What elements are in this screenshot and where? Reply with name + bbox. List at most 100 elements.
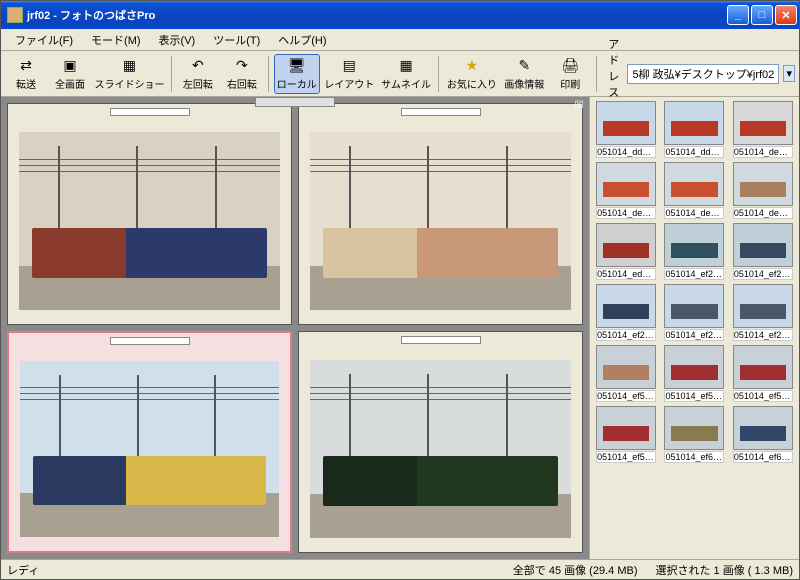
preview-cell[interactable] xyxy=(298,103,583,325)
thumbnail-label[interactable]: 051014_de10_0... xyxy=(596,207,656,219)
thumbnail-label[interactable]: 051014_de10_0... xyxy=(733,146,793,158)
menu-tool[interactable]: ツール(T) xyxy=(205,30,268,50)
thumbnail-label[interactable]: 051014_ef210_... xyxy=(733,268,793,280)
thumbnail-label[interactable]: 051014_ef58_s... xyxy=(596,451,656,463)
thumbnail-label[interactable]: 051014_ef200_... xyxy=(664,268,724,280)
menu-help[interactable]: ヘルプ(H) xyxy=(270,30,334,50)
thumbnail-label[interactable]: 051014_de10_0... xyxy=(664,207,724,219)
rotate-left-icon: ↶ xyxy=(188,57,208,75)
thumbnail-label[interactable]: 051014_dd51_0... xyxy=(664,146,724,158)
window-title: jrf02 - フォトのつばさPro xyxy=(27,7,727,23)
thumbnail-label[interactable]: 051014_ef210_... xyxy=(664,329,724,341)
preview-cell[interactable] xyxy=(7,103,292,325)
menu-mode[interactable]: モード(M) xyxy=(83,30,149,50)
thumbnail-image[interactable] xyxy=(733,284,793,328)
thumbnail-image[interactable] xyxy=(733,162,793,206)
menu-view[interactable]: 表示(V) xyxy=(151,30,204,50)
thumbnail-label[interactable]: 051014_ef210_... xyxy=(596,329,656,341)
rotate-right-button[interactable]: ↷右回転 xyxy=(221,54,263,94)
separator xyxy=(268,56,269,92)
thumbnail-label[interactable]: 051014_ef510_... xyxy=(664,390,724,402)
thumbnail-item[interactable]: 051014_dd51_0... xyxy=(662,101,726,158)
thumbnail-item[interactable]: 051014_de10_0... xyxy=(731,162,795,219)
thumbnail-image[interactable] xyxy=(596,284,656,328)
image-info-button[interactable]: ✎画像情報 xyxy=(501,54,547,94)
cell-slider[interactable] xyxy=(401,336,481,344)
thumbnail-image[interactable] xyxy=(664,345,724,389)
thumbnail-item[interactable]: 051014_ef210_... xyxy=(731,223,795,280)
thumbnail-image[interactable] xyxy=(664,101,724,145)
minimize-button[interactable]: _ xyxy=(727,5,749,25)
thumbnail-image[interactable] xyxy=(664,284,724,328)
thumbnail-item[interactable]: 051014_de10_0... xyxy=(731,101,795,158)
address-dropdown-icon[interactable]: ▾ xyxy=(783,65,795,82)
local-button[interactable]: 🖥ローカル xyxy=(274,54,320,94)
cell-slider[interactable] xyxy=(401,108,481,116)
pane-close-icon[interactable]: ☒ xyxy=(573,99,585,111)
thumbnail-image[interactable] xyxy=(733,345,793,389)
thumbnail-label[interactable]: 051014_ef64_0... xyxy=(664,451,724,463)
thumbnail-image[interactable] xyxy=(733,223,793,267)
thumbnail-item[interactable]: 051014_ef210_... xyxy=(662,284,726,341)
rotate-right-icon: ↷ xyxy=(232,57,252,75)
thumbnail-label[interactable]: 051014_ed75_s... xyxy=(596,268,656,280)
preview-cell[interactable] xyxy=(298,331,583,553)
thumbnail-image[interactable] xyxy=(596,406,656,450)
close-button[interactable]: ✕ xyxy=(775,5,797,25)
status-bar: レディ 全部で 45 画像 (29.4 MB) 選択された 1 画像 ( 1.3… xyxy=(1,559,799,579)
thumbnail-item[interactable]: 051014_dd51_0... xyxy=(594,101,658,158)
thumbnail-item[interactable]: 051014_de10_0... xyxy=(662,162,726,219)
thumbnail-pane[interactable]: 051014_dd51_0... 051014_dd51_0... 051014_d… xyxy=(589,97,799,559)
preview-photo[interactable] xyxy=(303,122,578,320)
thumbnail-item[interactable]: 051014_ef64_0... xyxy=(662,406,726,463)
fullscreen-button[interactable]: ▣全画面 xyxy=(49,54,91,94)
address-input[interactable] xyxy=(627,64,779,84)
thumbnail-button[interactable]: ▦サムネイル xyxy=(379,54,434,94)
print-button[interactable]: 🖨印刷 xyxy=(549,54,591,94)
local-icon: 🖥 xyxy=(287,57,307,75)
cell-slider[interactable] xyxy=(110,108,190,116)
transfer-button[interactable]: ⇄転送 xyxy=(5,54,47,94)
toolbar: ⇄転送 ▣全画面 ▦スライドショー ↶左回転 ↷右回転 🖥ローカル ▤レイアウト… xyxy=(1,51,799,97)
thumbnail-item[interactable]: 051014_ef510_... xyxy=(731,345,795,402)
thumbnail-label[interactable]: 051014_ef64_0... xyxy=(733,451,793,463)
thumbnail-image[interactable] xyxy=(733,101,793,145)
thumbnail-label[interactable]: 051014_dd51_0... xyxy=(596,146,656,158)
preview-photo[interactable] xyxy=(303,350,578,548)
thumbnail-label[interactable]: 051014_de10_0... xyxy=(733,207,793,219)
favorite-button[interactable]: ★お気に入り xyxy=(444,54,499,94)
thumbnail-label[interactable]: 051014_ef210_... xyxy=(733,329,793,341)
top-slider[interactable] xyxy=(255,97,335,107)
thumbnail-item[interactable]: 051014_ef64_0... xyxy=(731,406,795,463)
thumbnail-image[interactable] xyxy=(664,162,724,206)
preview-photo[interactable] xyxy=(13,351,286,547)
layout-button[interactable]: ▤レイアウト xyxy=(322,54,377,94)
thumbnail-item[interactable]: 051014_ef510_... xyxy=(594,345,658,402)
thumbnail-item[interactable]: 051014_ef200_... xyxy=(662,223,726,280)
thumbnail-item[interactable]: 051014_ef210_... xyxy=(594,284,658,341)
thumbnail-item[interactable]: 051014_ef510_... xyxy=(662,345,726,402)
cell-slider[interactable] xyxy=(110,337,190,345)
status-ready: レディ xyxy=(7,562,39,578)
rotate-left-button[interactable]: ↶左回転 xyxy=(177,54,219,94)
menu-file[interactable]: ファイル(F) xyxy=(7,30,81,50)
thumbnail-label[interactable]: 051014_ef510_... xyxy=(733,390,793,402)
thumbnail-item[interactable]: 051014_ed75_s... xyxy=(594,223,658,280)
thumbnail-item[interactable]: 051014_ef58_s... xyxy=(594,406,658,463)
thumbnail-item[interactable]: 051014_ef210_... xyxy=(731,284,795,341)
preview-photo[interactable] xyxy=(12,122,287,320)
slideshow-icon: ▦ xyxy=(119,57,139,75)
preview-cell[interactable] xyxy=(7,331,292,553)
thumbnail-image[interactable] xyxy=(596,223,656,267)
slideshow-button[interactable]: ▦スライドショー xyxy=(93,54,166,94)
thumbnail-image[interactable] xyxy=(596,101,656,145)
thumbnail-image[interactable] xyxy=(664,406,724,450)
thumbnail-item[interactable]: 051014_de10_0... xyxy=(594,162,658,219)
thumbnail-label[interactable]: 051014_ef510_... xyxy=(596,390,656,402)
maximize-button[interactable]: □ xyxy=(751,5,773,25)
thumbnail-image[interactable] xyxy=(596,345,656,389)
thumbnail-image[interactable] xyxy=(733,406,793,450)
title-bar: jrf02 - フォトのつばさPro _ □ ✕ xyxy=(1,1,799,29)
thumbnail-image[interactable] xyxy=(596,162,656,206)
thumbnail-image[interactable] xyxy=(664,223,724,267)
